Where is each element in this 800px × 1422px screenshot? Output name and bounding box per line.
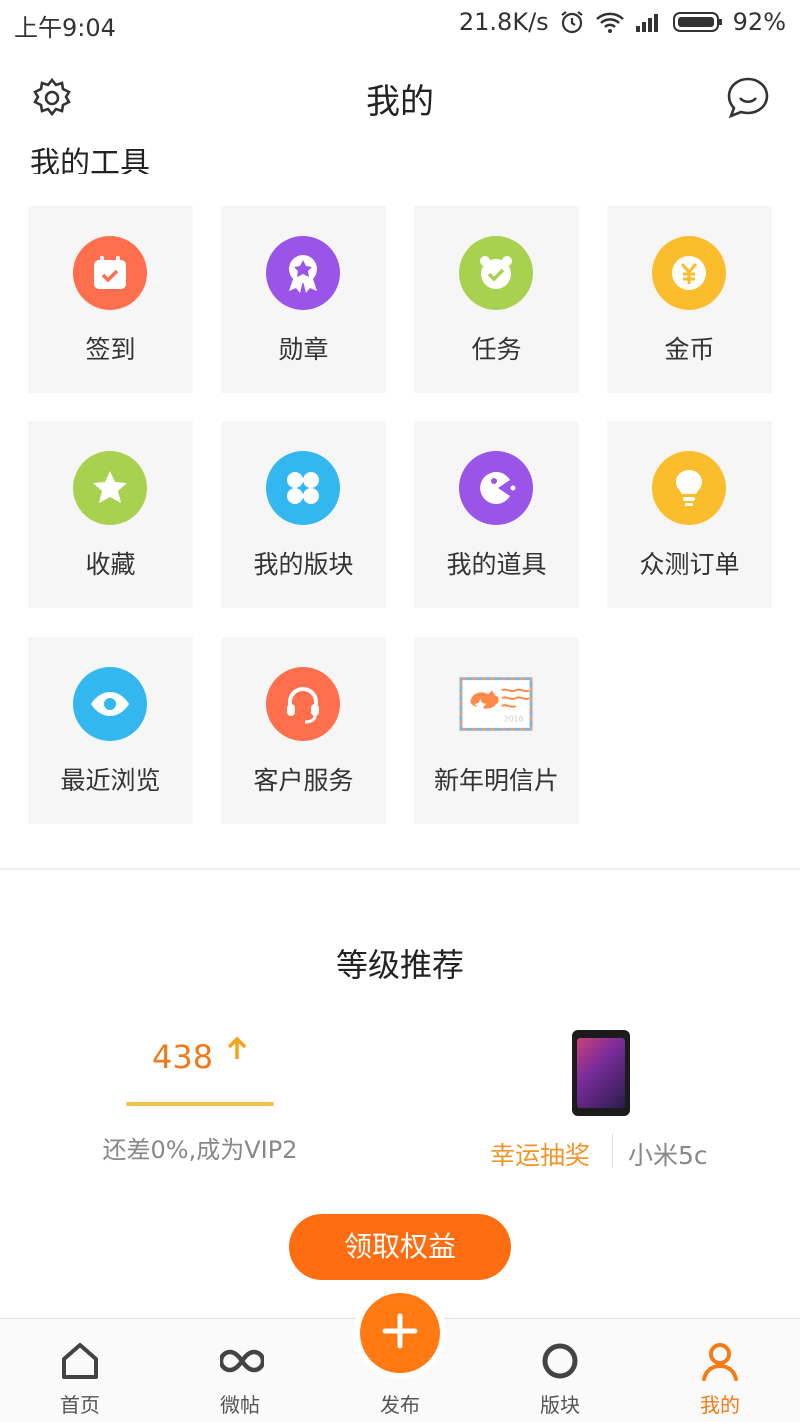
tool-label: 我的版块 <box>253 550 354 579</box>
tool-new-year-postcard[interactable]: 2016 新年明信片 <box>414 637 579 824</box>
signal-icon <box>635 11 663 33</box>
status-bar: 上午9:04 21.8K/s 92% <box>0 0 800 46</box>
tool-medal[interactable]: 勋章 <box>221 206 386 393</box>
network-speed: 21.8K/s <box>458 8 549 36</box>
prize-separator <box>612 1134 613 1168</box>
tool-my-blocks[interactable]: 我的版块 <box>221 421 386 608</box>
tools-section-label: 我的工具 <box>30 146 150 174</box>
status-time: 上午9:04 <box>14 14 116 42</box>
tool-label: 收藏 <box>85 550 136 579</box>
tool-checkin[interactable]: 签到 <box>28 206 193 393</box>
eye-icon <box>73 667 147 741</box>
arrow-up-icon <box>226 1036 248 1066</box>
claim-benefits-button[interactable]: 领取权益 <box>289 1214 511 1280</box>
headset-icon <box>266 667 340 741</box>
level-hint: 还差0%,成为VIP2 <box>102 1136 298 1164</box>
tool-label: 客户服务 <box>253 766 354 795</box>
coin-icon <box>652 236 726 310</box>
bulb-icon <box>652 451 726 525</box>
tool-favorites[interactable]: 收藏 <box>28 421 193 608</box>
nav-home[interactable]: 首页 <box>0 1319 160 1422</box>
nav-label: 我的 <box>700 1393 740 1417</box>
nav-posts[interactable]: 微帖 <box>160 1319 320 1422</box>
tool-label: 勋章 <box>278 335 329 364</box>
tool-label: 我的道具 <box>446 550 547 579</box>
level-points: 438 <box>152 1038 214 1076</box>
wifi-icon <box>595 10 625 34</box>
tool-label: 最近浏览 <box>60 766 161 795</box>
page-title: 我的 <box>366 82 434 122</box>
circle-icon <box>540 1341 580 1381</box>
props-icon <box>459 451 533 525</box>
home-icon <box>60 1341 100 1381</box>
tools-section-title: 我的工具 <box>30 130 330 174</box>
calendar-check-icon <box>73 236 147 310</box>
task-check-icon <box>459 236 533 310</box>
alarm-icon <box>559 9 585 35</box>
battery-level: 92% <box>732 8 786 36</box>
svg-text:2016: 2016 <box>504 715 524 724</box>
tool-task[interactable]: 任务 <box>414 206 579 393</box>
phone-product-image <box>572 1030 630 1116</box>
blocks-icon <box>266 451 340 525</box>
section-divider <box>0 868 800 870</box>
publish-button[interactable] <box>360 1293 440 1373</box>
tool-label: 新年明信片 <box>433 766 559 795</box>
tool-coins[interactable]: 金币 <box>607 206 772 393</box>
tool-recent-browse[interactable]: 最近浏览 <box>28 637 193 824</box>
user-icon <box>700 1341 740 1381</box>
star-icon <box>73 451 147 525</box>
nav-mine[interactable]: 我的 <box>640 1319 800 1422</box>
tool-label: 金币 <box>664 335 715 364</box>
tool-label: 签到 <box>85 335 136 364</box>
message-bubble-icon[interactable] <box>726 76 770 120</box>
lucky-draw-label: 幸运抽奖 <box>490 1141 591 1170</box>
tool-my-props[interactable]: 我的道具 <box>414 421 579 608</box>
tool-label: 众测订单 <box>639 550 740 579</box>
tool-crowd-test-orders[interactable]: 众测订单 <box>607 421 772 608</box>
plus-icon <box>380 1311 420 1355</box>
infinity-icon <box>218 1341 266 1381</box>
battery-icon <box>672 11 723 33</box>
medal-icon <box>266 236 340 310</box>
prize-name: 小米5c <box>628 1141 708 1170</box>
status-right: 21.8K/s 92% <box>459 8 786 36</box>
tool-customer-service[interactable]: 客户服务 <box>221 637 386 824</box>
nav-blocks[interactable]: 版块 <box>480 1319 640 1422</box>
nav-label: 首页 <box>60 1393 100 1417</box>
nav-label: 发布 <box>380 1393 420 1417</box>
nav-label: 版块 <box>540 1393 580 1417</box>
postcard-icon: 2016 <box>459 667 533 741</box>
tool-label: 任务 <box>471 335 522 364</box>
nav-label: 微帖 <box>220 1393 260 1417</box>
level-section-title: 等级推荐 <box>335 946 464 984</box>
level-progress-bar <box>126 1102 274 1106</box>
